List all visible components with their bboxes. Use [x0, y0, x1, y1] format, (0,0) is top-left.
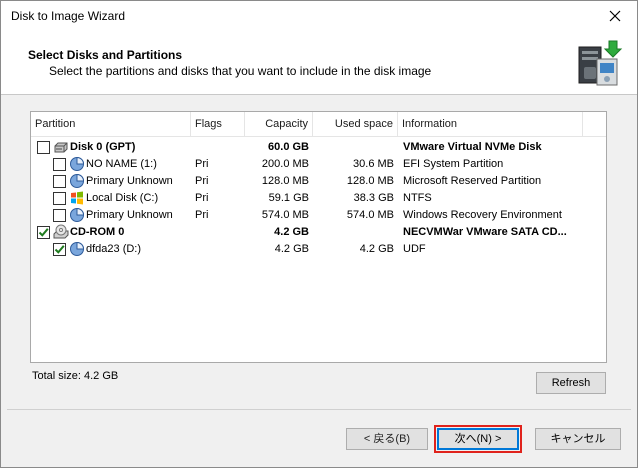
row-partition-name: Primary Unknown	[86, 175, 173, 187]
row-flags: Pri	[195, 209, 209, 221]
row-capacity: 4.2 GB	[274, 226, 309, 238]
wizard-window: Disk to Image Wizard Select Disks and Pa…	[0, 0, 638, 468]
row-used-space: 4.2 GB	[359, 243, 394, 255]
refresh-button[interactable]: Refresh	[536, 372, 606, 394]
row-partition-name: CD-ROM 0	[70, 226, 125, 238]
row-capacity: 200.0 MB	[261, 158, 309, 170]
row-information: UDF	[403, 243, 426, 255]
checkmark-icon	[54, 245, 65, 254]
table-row[interactable]: Disk 0 (GPT) 60.0 GB VMware Virtual NVMe D…	[31, 139, 606, 156]
row-flags: Pri	[195, 158, 209, 170]
window-title: Disk to Image Wizard	[11, 9, 126, 23]
row-information: EFI System Partition	[403, 158, 504, 170]
close-icon	[609, 10, 621, 22]
row-checkbox[interactable]	[37, 141, 50, 154]
table-row[interactable]: Primary Unknown Pri 574.0 MB 574.0 MB Window…	[31, 207, 606, 224]
row-flags: Pri	[195, 192, 209, 204]
close-button[interactable]	[593, 1, 637, 31]
next-button[interactable]: 次へ(N) >	[437, 428, 519, 450]
partition-icon	[69, 207, 85, 224]
title-bar: Disk to Image Wizard	[1, 1, 637, 31]
row-checkbox[interactable]	[53, 175, 66, 188]
row-checkbox[interactable]	[53, 243, 66, 256]
table-row[interactable]: CD-ROM 0 4.2 GB NECVMWar VMware SATA CD...	[31, 224, 606, 241]
row-checkbox[interactable]	[53, 192, 66, 205]
row-flags	[195, 224, 243, 241]
partition-list[interactable]: Partition Flags Capacity Used space Info…	[30, 111, 607, 363]
row-information: NECVMWar VMware SATA CD...	[403, 226, 567, 238]
column-partition[interactable]: Partition	[31, 112, 191, 137]
hard-disk-icon	[53, 139, 69, 156]
row-information: VMware Virtual NVMe Disk	[403, 141, 542, 153]
row-partition-name: Disk 0 (GPT)	[70, 141, 136, 153]
footer-separator	[7, 409, 631, 410]
windows-partition-icon	[69, 190, 85, 207]
row-information: Windows Recovery Environment	[403, 209, 562, 221]
column-flags[interactable]: Flags	[191, 112, 245, 137]
row-capacity: 4.2 GB	[274, 243, 309, 255]
row-capacity: 128.0 MB	[261, 175, 309, 187]
row-capacity: 59.1 GB	[268, 192, 309, 204]
row-used-space: 38.3 GB	[353, 192, 394, 204]
disk-image-wizard-icon	[578, 40, 623, 86]
table-row[interactable]: dfda23 (D:) 4.2 GB 4.2 GB UDF	[31, 241, 606, 258]
column-information[interactable]: Information	[398, 112, 583, 137]
total-size-label: Total size: 4.2 GB	[32, 370, 119, 382]
cd-rom-icon	[53, 224, 69, 241]
row-flags	[195, 139, 243, 156]
partition-icon	[69, 156, 85, 173]
row-information: Microsoft Reserved Partition	[403, 175, 542, 187]
row-used-space: 30.6 MB	[353, 158, 394, 170]
row-checkbox[interactable]	[37, 226, 50, 239]
table-row[interactable]: Local Disk (C:) Pri 59.1 GB 38.3 GB NTFS	[31, 190, 606, 207]
row-partition-name: Local Disk (C:)	[86, 192, 159, 204]
row-used-space: 128.0 MB	[346, 175, 394, 187]
row-capacity: 60.0 GB	[268, 141, 309, 153]
table-row[interactable]: Primary Unknown Pri 128.0 MB 128.0 MB Micros…	[31, 173, 606, 190]
page-subtitle: Select the partitions and disks that you…	[49, 64, 432, 78]
column-used-space[interactable]: Used space	[313, 112, 398, 137]
row-partition-name: dfda23 (D:)	[86, 243, 142, 255]
row-partition-name: NO NAME (1:)	[86, 158, 157, 170]
row-checkbox[interactable]	[53, 209, 66, 222]
row-flags: Pri	[195, 175, 209, 187]
page-title: Select Disks and Partitions	[28, 48, 183, 62]
partition-icon	[69, 173, 85, 190]
list-header: Partition Flags Capacity Used space Info…	[31, 112, 606, 137]
row-used-space	[313, 224, 394, 241]
row-used-space	[313, 139, 394, 156]
wizard-header: Select Disks and Partitions Select the p…	[1, 31, 637, 95]
row-partition-name: Primary Unknown	[86, 209, 173, 221]
row-capacity: 574.0 MB	[261, 209, 309, 221]
partition-icon	[69, 241, 85, 258]
table-row[interactable]: NO NAME (1:) Pri 200.0 MB 30.6 MB EFI System…	[31, 156, 606, 173]
checkmark-icon	[38, 228, 49, 237]
row-checkbox[interactable]	[53, 158, 66, 171]
back-button[interactable]: < 戻る(B)	[346, 428, 428, 450]
column-capacity[interactable]: Capacity	[245, 112, 313, 137]
row-information: NTFS	[403, 192, 432, 204]
cancel-button[interactable]: キャンセル	[535, 428, 621, 450]
row-used-space: 574.0 MB	[346, 209, 394, 221]
row-flags	[195, 241, 243, 258]
